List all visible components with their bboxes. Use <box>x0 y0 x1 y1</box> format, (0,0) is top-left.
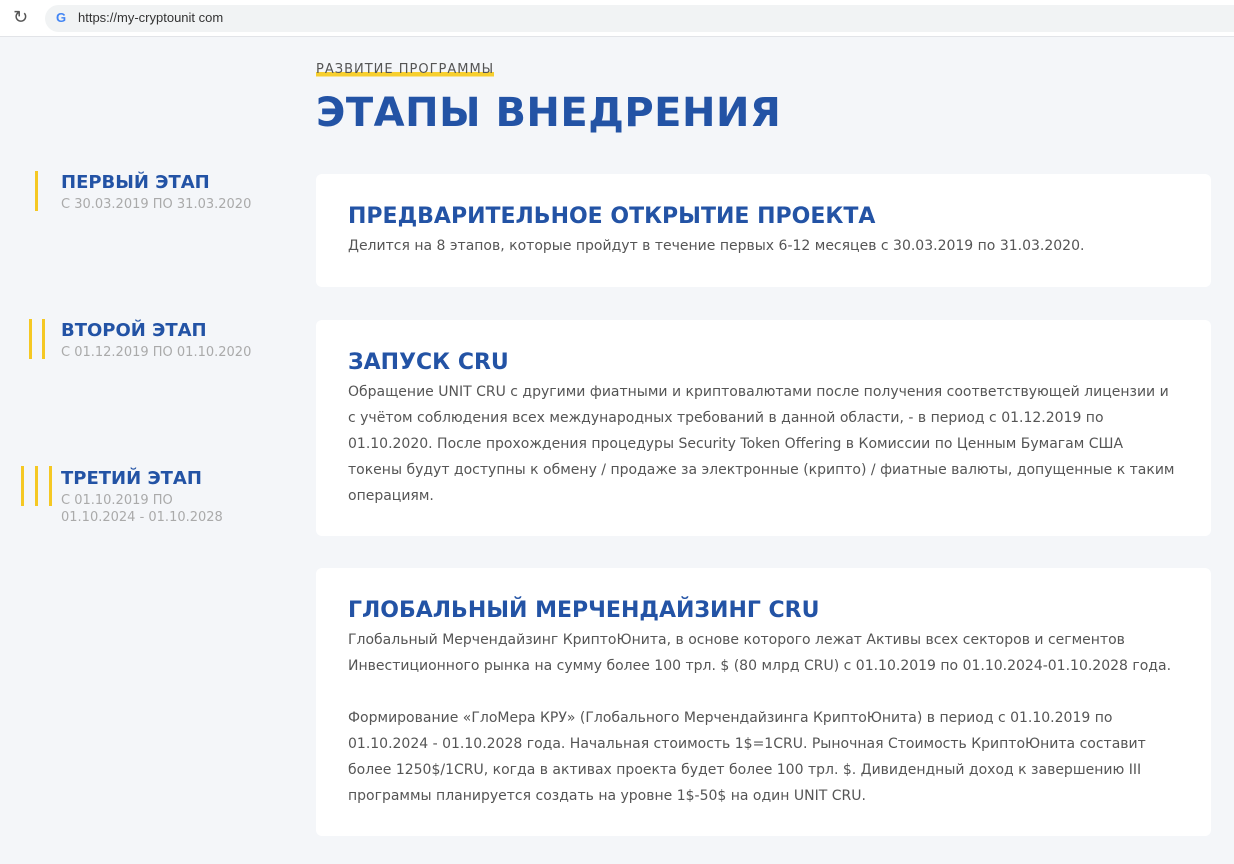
stage-marker <box>42 319 45 359</box>
section-eyebrow: РАЗВИТИЕ ПРОГРАММЫ <box>316 62 495 79</box>
address-bar[interactable]: G https://my-cryptounit com <box>45 5 1234 32</box>
stage-marker <box>29 319 32 359</box>
stage-marker <box>49 466 52 506</box>
stage-card-2: ЗАПУСК CRU Обращение UNIT CRU с другими … <box>316 320 1211 536</box>
page-title: ЭТАПЫ ВНЕДРЕНИЯ <box>316 90 782 136</box>
browser-toolbar: ↻ G https://my-cryptounit com <box>0 0 1234 37</box>
card-title: ГЛОБАЛЬНЫЙ МЕРЧЕНДАЙЗИНГ CRU <box>348 598 820 623</box>
stage-dates: С 01.10.2019 ПО 01.10.2024 - 01.10.2028 <box>61 493 223 525</box>
stage-card-1: ПРЕДВАРИТЕЛЬНОЕ ОТКРЫТИЕ ПРОЕКТА Делится… <box>316 174 1211 287</box>
card-title: ПРЕДВАРИТЕЛЬНОЕ ОТКРЫТИЕ ПРОЕКТА <box>348 204 876 229</box>
stage-marker <box>35 171 38 211</box>
stage-dates: С 30.03.2019 ПО 31.03.2020 <box>61 197 252 212</box>
card-text: Делится на 8 этапов, которые пройдут в т… <box>348 238 1085 254</box>
stage-name: ТРЕТИЙ ЭТАП <box>61 468 202 489</box>
stage-name: ПЕРВЫЙ ЭТАП <box>61 172 210 193</box>
stage-marker <box>21 466 24 506</box>
google-icon: G <box>56 10 67 25</box>
url-text[interactable]: https://my-cryptounit com <box>78 10 223 25</box>
stage-marker <box>35 466 38 506</box>
card-title: ЗАПУСК CRU <box>348 350 509 375</box>
card-text: Обращение UNIT CRU с другими фиатными и … <box>348 384 1175 504</box>
reload-icon[interactable]: ↻ <box>13 7 28 28</box>
stage-name: ВТОРОЙ ЭТАП <box>61 320 207 341</box>
card-text: Глобальный Мерчендайзинг КриптоЮнита, в … <box>348 632 1172 674</box>
stage-card-3: ГЛОБАЛЬНЫЙ МЕРЧЕНДАЙЗИНГ CRU Глобальный … <box>316 568 1211 836</box>
card-text: Формирование «ГлоМера КРУ» (Глобального … <box>348 710 1146 804</box>
stage-dates: С 01.12.2019 ПО 01.10.2020 <box>61 345 252 360</box>
